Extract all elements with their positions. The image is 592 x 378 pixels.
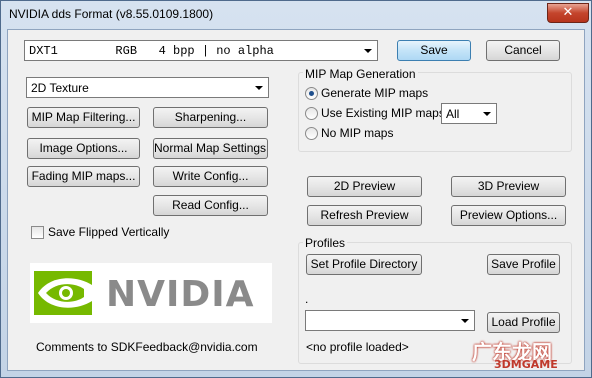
save-flipped-label: Save Flipped Vertically [48, 225, 170, 239]
chevron-down-icon [255, 86, 263, 90]
chevron-down-icon [364, 49, 372, 53]
title-bar: NVIDIA dds Format (v8.55.0109.1800) ✕ [1, 1, 591, 29]
cancel-button[interactable]: Cancel [486, 40, 560, 61]
save-flipped-checkbox[interactable] [31, 226, 44, 239]
mip-map-filtering-button[interactable]: MIP Map Filtering... [27, 107, 140, 128]
refresh-preview-button[interactable]: Refresh Preview [307, 205, 422, 226]
texture-type-value: 2D Texture [31, 81, 89, 95]
generate-mip-radio[interactable] [305, 87, 318, 100]
feedback-text: Comments to SDKFeedback@nvidia.com [36, 340, 258, 354]
use-existing-mip-label: Use Existing MIP maps [321, 106, 445, 120]
nvidia-wordmark: NVIDIA [106, 274, 255, 315]
mip-generation-label: MIP Map Generation [303, 67, 418, 81]
preview-options-button[interactable]: Preview Options... [451, 205, 566, 226]
format-combo[interactable]: DXT1 RGB 4 bpp | no alpha [24, 40, 378, 61]
use-existing-mip-radio[interactable] [305, 107, 318, 120]
dds-format-dialog: NVIDIA dds Format (v8.55.0109.1800) ✕ DX… [0, 0, 592, 378]
profiles-label: Profiles [303, 236, 348, 250]
read-config-button[interactable]: Read Config... [153, 195, 268, 216]
write-config-button[interactable]: Write Config... [153, 166, 268, 187]
no-mip-radio[interactable] [305, 127, 318, 140]
dialog-client: DXT1 RGB 4 bpp | no alpha Save Cancel 2D… [7, 29, 585, 371]
preview-3d-button[interactable]: 3D Preview [451, 176, 566, 197]
image-options-button[interactable]: Image Options... [27, 138, 140, 159]
mip-count-combo[interactable]: All [441, 103, 497, 124]
profile-status: <no profile loaded> [306, 340, 409, 354]
preview-2d-button[interactable]: 2D Preview [307, 176, 422, 197]
chevron-down-icon [483, 112, 491, 116]
save-profile-button[interactable]: Save Profile [487, 254, 560, 275]
fading-mip-maps-button[interactable]: Fading MIP maps... [27, 166, 140, 187]
nvidia-logo: NVIDIA [30, 263, 272, 323]
watermark-subtext: 3DMGAME [494, 358, 558, 371]
load-profile-button[interactable]: Load Profile [487, 312, 560, 333]
close-button[interactable]: ✕ [547, 3, 589, 23]
generate-mip-label: Generate MIP maps [321, 86, 429, 100]
save-button[interactable]: Save [397, 40, 471, 61]
mip-count-value: All [446, 107, 460, 121]
no-mip-label: No MIP maps [321, 126, 394, 140]
profile-combo[interactable] [305, 310, 475, 331]
format-combo-value: DXT1 RGB 4 bpp | no alpha [29, 44, 274, 58]
chevron-down-icon [461, 319, 469, 323]
set-profile-directory-button[interactable]: Set Profile Directory [306, 254, 422, 275]
window-title: NVIDIA dds Format (v8.55.0109.1800) [9, 7, 214, 21]
profile-directory-path: . [305, 292, 309, 306]
sharpening-button[interactable]: Sharpening... [153, 107, 268, 128]
texture-type-combo[interactable]: 2D Texture [26, 77, 269, 98]
normal-map-settings-button[interactable]: Normal Map Settings... [153, 138, 268, 159]
